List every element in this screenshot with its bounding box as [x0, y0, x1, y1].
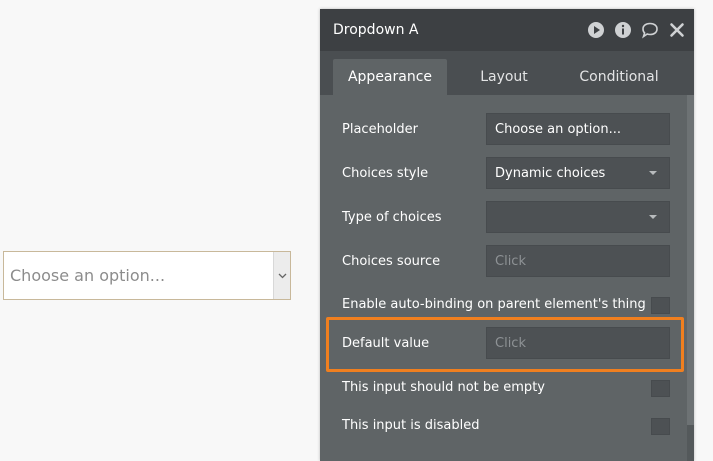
chevron-down-icon: [273, 252, 290, 299]
tab-layout[interactable]: Layout: [447, 59, 561, 95]
placeholder-input[interactable]: Choose an option...: [486, 113, 670, 145]
caret-down-icon: [649, 171, 657, 175]
choices-style-label: Choices style: [342, 165, 429, 181]
default-value-highlight: [326, 317, 684, 372]
auto-binding-label: Enable auto-binding on parent element's …: [342, 296, 646, 312]
property-editor-panel: Dropdown A Appearance Layout Conditional…: [320, 9, 694, 461]
choices-style-value: Dynamic choices: [495, 165, 606, 181]
not-empty-label: This input should not be empty: [342, 379, 545, 395]
choices-source-label: Choices source: [342, 253, 441, 269]
info-icon[interactable]: [614, 21, 632, 39]
panel-tabs: Appearance Layout Conditional: [320, 51, 694, 95]
tab-conditional[interactable]: Conditional: [561, 59, 677, 95]
panel-scrollbar[interactable]: [687, 95, 694, 461]
disabled-row: This input is disabled: [342, 416, 672, 434]
comment-icon[interactable]: [641, 21, 659, 39]
type-of-choices-select[interactable]: [486, 201, 670, 233]
choices-source-input[interactable]: Click: [486, 245, 670, 277]
placeholder-value: Choose an option...: [495, 121, 621, 137]
panel-header: Dropdown A: [320, 9, 694, 51]
auto-binding-checkbox[interactable]: [651, 297, 670, 314]
canvas-dropdown-placeholder: Choose an option...: [10, 266, 166, 285]
panel-title: Dropdown A: [333, 22, 419, 38]
not-empty-row: This input should not be empty: [342, 378, 672, 396]
choices-source-value: Click: [495, 253, 526, 269]
disabled-checkbox[interactable]: [651, 418, 670, 435]
placeholder-label: Placeholder: [342, 121, 418, 137]
type-of-choices-label: Type of choices: [342, 209, 442, 225]
play-icon[interactable]: [587, 21, 605, 39]
disabled-label: This input is disabled: [342, 417, 480, 433]
not-empty-checkbox[interactable]: [651, 380, 670, 397]
auto-binding-row: Enable auto-binding on parent element's …: [342, 295, 672, 313]
choices-style-select[interactable]: Dynamic choices: [486, 157, 670, 189]
close-icon[interactable]: [668, 21, 686, 39]
scrollbar-thumb[interactable]: [687, 95, 694, 425]
canvas-dropdown[interactable]: Choose an option...: [3, 251, 291, 300]
caret-down-icon: [649, 215, 657, 219]
tab-appearance[interactable]: Appearance: [333, 59, 447, 95]
